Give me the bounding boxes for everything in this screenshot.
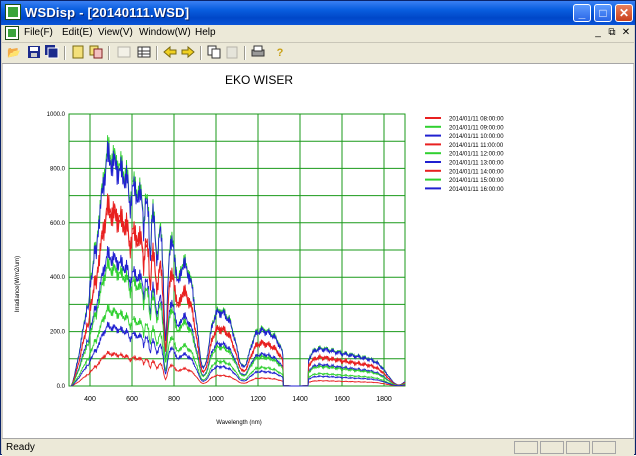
chart-view: EKO WISER 400 600 800 1000 1200 1400 1600 1800 0… — [3, 64, 633, 438]
x-tick-label: 600 — [126, 396, 138, 403]
save-icon[interactable] — [26, 45, 42, 61]
x-axis-label: Wavelength (nm) — [216, 420, 261, 426]
legend-label: 2014/01/11 15:00:00 — [449, 178, 504, 184]
x-tick-label: 1600 — [334, 396, 350, 403]
page-icon[interactable] — [70, 45, 86, 61]
y-tick-label: 600.0 — [50, 221, 66, 227]
x-tick-label: 1400 — [292, 396, 308, 403]
arrow-right-icon[interactable] — [180, 45, 196, 61]
mdi-minimize-button[interactable]: _ — [592, 27, 604, 38]
legend-label: 2014/01/11 13:00:00 — [449, 161, 504, 167]
legend-label: 2014/01/11 16:00:00 — [449, 187, 504, 193]
toolbar: 📂 ? — [2, 43, 634, 64]
save-all-icon[interactable] — [44, 45, 60, 61]
mdi-close-button[interactable]: ✕ — [620, 27, 632, 38]
legend-label: 2014/01/11 14:00:00 — [449, 169, 504, 175]
legend-label: 2014/01/11 12:00:00 — [449, 152, 504, 158]
series-line — [70, 304, 406, 387]
minimize-button[interactable]: _ — [573, 4, 591, 22]
image-icon[interactable] — [116, 45, 132, 61]
menu-edit[interactable]: Edit(E) — [62, 27, 93, 38]
open-icon[interactable]: 📂 — [6, 45, 22, 61]
window-title: WSDisp - [20140111.WSD] — [25, 5, 190, 20]
x-tick-label: 400 — [84, 396, 96, 403]
y-tick-label: 400.0 — [50, 275, 66, 281]
paste-icon[interactable] — [224, 45, 240, 61]
menu-view[interactable]: View(V) — [98, 27, 133, 38]
menu-help[interactable]: Help — [195, 27, 216, 38]
legend-label: 2014/01/11 11:00:00 — [449, 143, 504, 149]
menu-bar: File(F) Edit(E) View(V) Window(W) Help _… — [2, 25, 634, 43]
app-window: WSDisp - [20140111.WSD] _ □ ✕ File(F) Ed… — [0, 0, 636, 456]
x-tick-label: 1200 — [250, 396, 266, 403]
legend-label: 2014/01/11 10:00:00 — [449, 134, 504, 140]
mdi-restore-button[interactable]: ⧉ — [606, 27, 618, 38]
spectrum-chart: EKO WISER 400 600 800 1000 1200 1400 1600 1800 0… — [15, 73, 504, 426]
y-axis-label: Irradiance(W/m2/um) — [15, 256, 21, 312]
table-icon[interactable] — [136, 45, 152, 61]
app-icon[interactable] — [5, 4, 21, 20]
status-bar: Ready — [2, 438, 634, 456]
status-pane — [592, 441, 616, 454]
legend-label: 2014/01/11 08:00:00 — [449, 117, 504, 123]
status-text: Ready — [6, 442, 35, 453]
close-button[interactable]: ✕ — [615, 4, 633, 22]
maximize-button[interactable]: □ — [594, 4, 612, 22]
status-pane — [566, 441, 590, 454]
legend-label: 2014/01/11 09:00:00 — [449, 125, 504, 131]
menu-file[interactable]: File(F) — [24, 27, 53, 38]
copy-icon[interactable] — [206, 45, 222, 61]
document-icon[interactable] — [5, 26, 19, 40]
title-bar[interactable]: WSDisp - [20140111.WSD] _ □ ✕ — [1, 1, 635, 25]
y-tick-label: 800.0 — [50, 166, 66, 172]
chart-legend: 2014/01/11 08:00:00 2014/01/11 09:00:00 20… — [425, 117, 504, 193]
chart-series — [70, 135, 406, 387]
y-tick-label: 1000.0 — [47, 112, 66, 118]
y-tick-label: 0.0 — [57, 384, 66, 390]
status-pane — [540, 441, 564, 454]
y-tick-label: 200.0 — [50, 330, 66, 336]
x-tick-label: 1800 — [376, 396, 392, 403]
x-tick-label: 1000 — [208, 396, 224, 403]
menu-window[interactable]: Window(W) — [139, 27, 191, 38]
chart-title: EKO WISER — [225, 73, 293, 87]
status-pane — [514, 441, 538, 454]
copy-page-icon[interactable] — [88, 45, 104, 61]
print-icon[interactable] — [250, 45, 266, 61]
x-tick-label: 800 — [168, 396, 180, 403]
help-icon[interactable]: ? — [272, 45, 288, 61]
arrow-left-icon[interactable] — [162, 45, 178, 61]
